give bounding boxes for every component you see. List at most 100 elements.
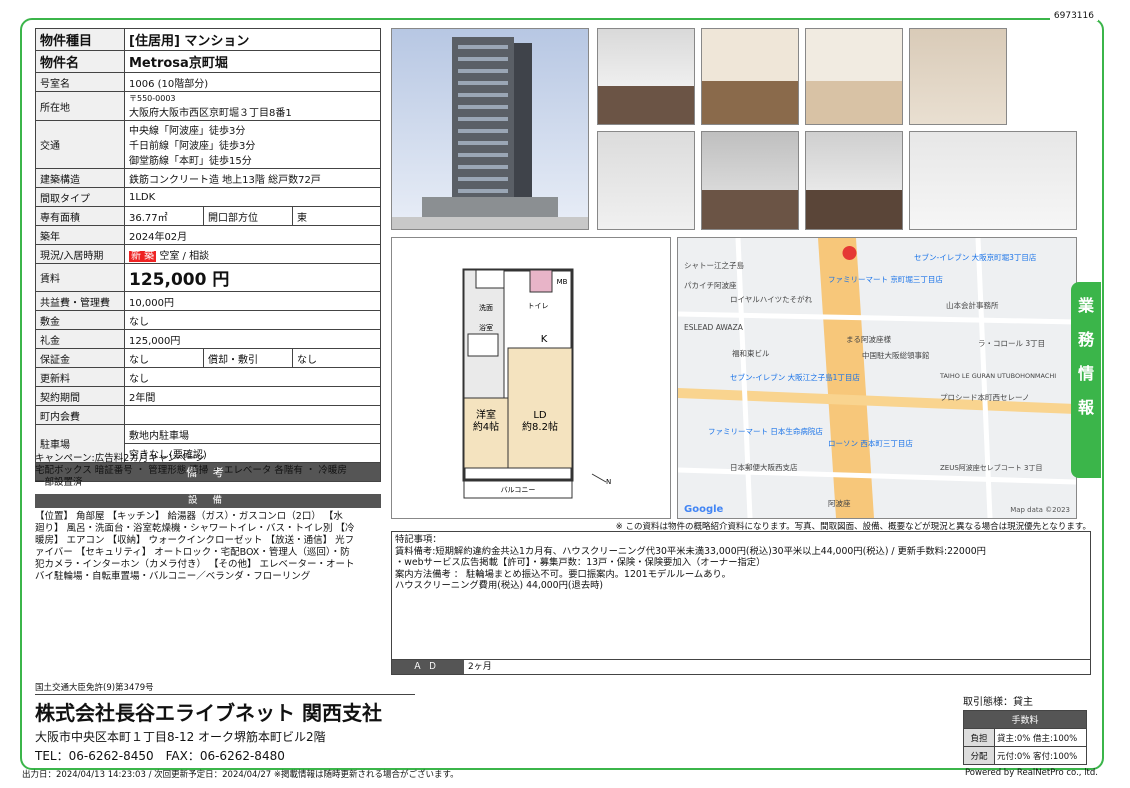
company-phone: TEL：06-6262-8450 FAX：06-6262-8480	[35, 749, 285, 763]
fee-header: 手数料	[963, 710, 1087, 729]
equipment-header: 設 備	[35, 494, 381, 508]
map-label: TAIHO LE GURAN UTUBOHONMACHI	[939, 372, 1056, 380]
town-fee	[124, 405, 381, 425]
map-label: ZEUS阿波座セレブコート 3丁目	[940, 463, 1042, 472]
powered-by: Powered by RealNetPro co., ltd.	[964, 768, 1098, 778]
toilet-label: トイレ	[528, 302, 549, 310]
company-name: 株式会社長谷エライブネット 関西支社	[35, 701, 382, 725]
map-label: ロイヤルハイツたそがれ	[730, 294, 813, 304]
special-remarks-line: ハウスクリーニング費用(税込) 44,000円(退去時)	[395, 580, 604, 591]
western-room-size: 約4帖	[473, 420, 499, 433]
remarks-line: 一部設置済	[35, 477, 83, 488]
transaction-type: 取引態様：貸主	[963, 697, 1033, 708]
special-remarks-box: 特記事項： 賃料備考:短期解約違約金共込1カ月有、ハウスクリーニング代30平米未…	[391, 531, 1091, 675]
special-remarks-line: ・webサービス広告掲載【許可】・募集戸数：13戸・保険・保険要加入（オーナー指…	[395, 557, 766, 568]
contract-period: 2年間	[124, 386, 381, 406]
ad-row: ＡＤ 2ヶ月	[392, 659, 1090, 674]
wash-label: 洗面	[479, 303, 493, 312]
fee-row-label: 分配	[963, 746, 995, 765]
western-room-label: 洋室	[476, 408, 496, 421]
special-remarks-line: 案内方法備考 ： 駐輪場まとめ振込不可。要口振案内。1201モデルルームあり。	[395, 568, 731, 580]
map-label: プロシード本町西セレーノ	[940, 392, 1030, 402]
access-cell: 中央線「阿波座」徒歩3分 千日前線「阿波座」徒歩3分 御堂筋線「本町」徒歩15分	[124, 120, 381, 169]
spec-label: 間取タイプ	[35, 187, 125, 207]
kitchen-photo	[701, 28, 799, 125]
air-conditioner-photo	[909, 131, 1077, 230]
output-footer: 出力日：2024/04/13 14:23:03 / 次回更新予定日：2024/0…	[22, 770, 459, 780]
equipment-line: 廻り】 風呂・洗面台・浴室乾燥機・シャワートイレ・バス・トイレ別 【冷	[35, 523, 355, 534]
company-address: 大阪市中央区本町１丁目8-12 オーク堺筋本町ビル2階	[35, 730, 326, 744]
tab-char: 情	[1077, 364, 1094, 383]
layout-type: 1LDK	[124, 187, 381, 207]
map-label: シャトー江之子島	[684, 260, 744, 270]
special-remarks-line: 賃料備考:短期解約違約金共込1カ月有、ハウスクリーニング代30平米未満33,00…	[395, 545, 986, 557]
spec-label: 物件名	[35, 50, 125, 73]
map-label: セブン-イレブン 大阪京町堀3丁目店	[914, 252, 1037, 262]
spec-label: 現況/入居時期	[35, 244, 125, 264]
transaction-terms: 取引態様：貸主 手数料 負担 貸主:0% 借主:100% 分配 元付:0% 客付:1…	[963, 693, 1087, 765]
ad-label: ＡＤ	[392, 660, 464, 674]
spec-label: 保証金	[35, 348, 125, 368]
room-photo	[597, 28, 695, 125]
spec-label: 交通	[35, 120, 125, 169]
map-label: 中国駐大阪総領事館	[862, 350, 930, 360]
access-line: 御堂筋線「本町」徒歩15分	[129, 156, 252, 167]
fee-burden: 貸主:0% 借主:100%	[994, 728, 1087, 747]
tab-char: 報	[1077, 398, 1094, 417]
special-remarks-line: 特記事項：	[395, 534, 442, 545]
equipment-line: 【位置】 角部屋 【キッチン】 給湯器（ガス）・ガスコンロ（2口） 【水	[35, 511, 343, 522]
spec-label: 建築構造	[35, 168, 125, 188]
equipment-line: 犯カメラ・インターホン（カメラ付き） 【その他】 エレベーター・オート	[35, 559, 355, 570]
toilet-photo	[597, 131, 695, 230]
spec-label: 共益費・管理費	[35, 291, 125, 311]
map-label: ラ・コロール 3丁目	[978, 339, 1045, 348]
map-label: ESLEAD AWAZA	[684, 323, 744, 332]
deposit: なし	[124, 310, 381, 330]
map-label: ローソン 西本町三丁目店	[828, 438, 913, 448]
property-name: Metrosa京町堀	[124, 50, 381, 73]
address: 大阪府大阪市西区京町堀３丁目8番1	[129, 108, 292, 119]
map-label: まる阿波座様	[846, 334, 891, 344]
spec-label: 号室名	[35, 72, 125, 92]
spec-label: 町内会費	[35, 405, 125, 425]
window-photo	[805, 131, 903, 230]
document-id: 6973116	[1049, 11, 1098, 21]
built-date: 2024年02月	[124, 225, 381, 245]
spec-label: 物件種目	[35, 28, 125, 51]
license-number: 国土交通大臣免許(9)第3479号	[35, 681, 415, 695]
mb-label: MB	[557, 278, 568, 286]
map-label: パカイチ阿波座	[684, 280, 737, 290]
spec-label: 専有面積	[35, 206, 125, 226]
remarks-text: キャンペーン:広告料2カ月キャンペーン 宅配ボックス 暗証番号 ・ 管理形態 清…	[35, 453, 381, 489]
access-line: 中央線「阿波座」徒歩3分	[129, 126, 246, 137]
map-label: 阿波座	[828, 498, 851, 508]
equipment-line: 暖房】 エアコン 【収納】 ウォークインクローゼット 【放送・通信】 光フ	[35, 535, 355, 546]
area-map: シャトー江之子島 セブン-イレブン 大阪京町堀3丁目店 ファミリーマート 京町堀…	[677, 237, 1077, 519]
spec-label: 賃料	[35, 263, 125, 292]
north-label: N	[606, 478, 611, 486]
equipment-line: ァイバー 【セキュリティ】 オートロック・宅配BOX・管理人（巡回）・防	[35, 547, 350, 558]
map-label: セブン-イレブン 大阪江之子島1丁目店	[730, 372, 860, 382]
spec-label: 敷金	[35, 310, 125, 330]
spec-label: 契約期間	[35, 386, 125, 406]
floor-area: 36.77㎡	[124, 206, 204, 226]
renewal-fee: なし	[124, 367, 381, 387]
map-attribution: Map data ©2023	[1010, 506, 1070, 514]
spec-label: 礼金	[35, 329, 125, 349]
remarks-line: 宅配ボックス 暗証番号 ・ 管理形態 清掃 ・ エレベータ 各階有 ・ 冷暖房	[35, 465, 347, 476]
bath-label: 浴室	[479, 323, 493, 332]
map-label: ファミリーマート 京町堀三丁目店	[828, 274, 943, 284]
status-value: 空室 / 相談	[159, 250, 210, 262]
new-badge: 新 築	[129, 250, 157, 262]
tab-char: 業	[1077, 296, 1094, 315]
room-photo	[701, 131, 799, 230]
opening-direction: 東	[292, 206, 381, 226]
fee-split: 元付:0% 客付:100%	[994, 746, 1087, 765]
balcony-label: バルコニー	[501, 486, 536, 494]
google-logo: Google	[684, 504, 724, 515]
business-info-tab[interactable]: 業 務 情 報	[1071, 282, 1101, 478]
property-spec-table: 物件種目 [住居用] マンション 物件名 Metrosa京町堀 号室名 1006 (1…	[35, 28, 381, 482]
access-line: 千日前線「阿波座」徒歩3分	[129, 141, 256, 152]
equipment-line: バイ駐輪場・自転車置場・バルコニー／ベランダ・フローリング	[35, 571, 311, 582]
spec-label: 償却・敷引	[203, 348, 293, 368]
